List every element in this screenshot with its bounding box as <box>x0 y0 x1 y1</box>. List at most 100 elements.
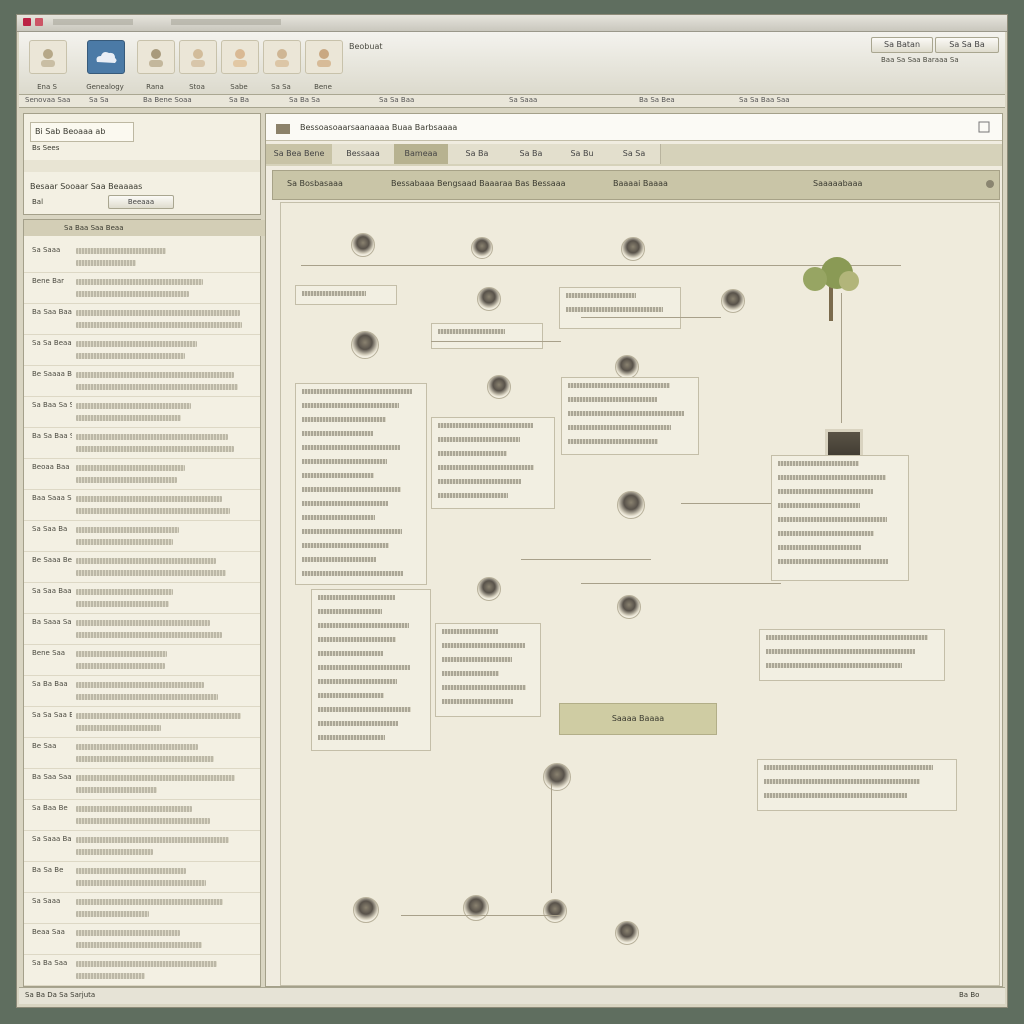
list-item[interactable]: Sa Baa Sa Sa <box>24 397 260 428</box>
person-card[interactable] <box>559 287 681 329</box>
list-item[interactable]: Bene Bar <box>24 273 260 304</box>
highlight-box[interactable]: Saaaa Baaaa <box>559 703 717 735</box>
chart-tab-1[interactable]: Sa Bea Bene <box>266 144 333 164</box>
person-card[interactable] <box>431 417 555 509</box>
status-text: Sa Ba Da Sa Sarjuta <box>25 991 96 999</box>
list-item[interactable]: Ba Saa Saaa <box>24 769 260 800</box>
close-icon[interactable] <box>23 18 31 26</box>
tab-1[interactable]: Senovaa Saa <box>25 96 70 104</box>
person-card-text <box>766 635 928 640</box>
person-card[interactable] <box>295 383 427 585</box>
person-icon <box>149 49 163 67</box>
chart-search-value[interactable]: Bessabaaa Bengsaad Baaaraa Bas Bessaaa <box>391 179 566 188</box>
chart-tab-6[interactable]: Sa Bu <box>556 144 609 164</box>
person-card-text <box>318 623 409 628</box>
list-item[interactable]: Sa Saaa Baa <box>24 831 260 862</box>
person-portrait[interactable] <box>351 331 379 359</box>
person-portrait[interactable] <box>617 491 645 519</box>
person-portrait[interactable] <box>617 595 641 619</box>
list-item[interactable]: Sa Sa Saa Baaa <box>24 707 260 738</box>
person-portrait[interactable] <box>543 899 567 923</box>
chart-tab-7[interactable]: Sa Sa <box>608 144 661 164</box>
list-item-text <box>76 403 191 409</box>
toolbar-btn-6[interactable] <box>263 40 301 74</box>
list-item[interactable]: Sa Saa Baaa Sa <box>24 583 260 614</box>
toolbar-btn-4[interactable] <box>179 40 217 74</box>
person-portrait[interactable] <box>477 577 501 601</box>
person-portrait[interactable] <box>351 233 375 257</box>
list-item[interactable]: Sa Saaa <box>24 893 260 924</box>
person-card-text <box>302 571 403 576</box>
app-window: Ena S Genealogy Rana Stoa Sabe Sa Sa Ben… <box>16 14 1008 1008</box>
list-item[interactable]: Sa Saaa <box>24 242 260 273</box>
toolbar-right-button-2[interactable]: Sa Sa Ba <box>935 37 999 53</box>
person-card-text <box>318 651 383 656</box>
list-item[interactable]: Sa Baa Be <box>24 800 260 831</box>
window-toggle-icon[interactable] <box>978 121 990 133</box>
person-card[interactable] <box>759 629 945 681</box>
list-item[interactable]: Ba Saaa Sa <box>24 614 260 645</box>
list-item[interactable]: Ba Sa Be <box>24 862 260 893</box>
tab-8[interactable]: Ba Sa Bea <box>639 96 675 104</box>
person-portrait[interactable] <box>487 375 511 399</box>
person-portrait[interactable] <box>721 289 745 313</box>
toolbar-right-button-1[interactable]: Sa Batan <box>871 37 933 53</box>
list-item-label: Ba Saa Baaa <box>32 308 72 316</box>
tab-2[interactable]: Sa Sa <box>89 96 109 104</box>
chart-tab-2[interactable]: Bessaaa <box>332 144 395 164</box>
toolbar-btn-3[interactable] <box>137 40 175 74</box>
list-item-text <box>76 496 222 502</box>
person-card[interactable] <box>311 589 431 751</box>
list-item[interactable]: Bene Saa <box>24 645 260 676</box>
list-item-subtext <box>76 787 157 793</box>
list-item[interactable]: Sa Ba Saa <box>24 955 260 986</box>
person-portrait[interactable] <box>621 237 645 261</box>
person-portrait[interactable] <box>463 895 489 921</box>
list-item[interactable]: Ba Sa Baa Saaa <box>24 428 260 459</box>
list-item[interactable]: Baa Saaa Saaa <box>24 490 260 521</box>
toolbar-btn-1[interactable] <box>29 40 67 74</box>
person-portrait[interactable] <box>471 237 493 259</box>
toolbar-btn-5[interactable] <box>221 40 259 74</box>
list-item[interactable]: Be Saaa Beee <box>24 552 260 583</box>
person-card[interactable] <box>435 623 541 717</box>
chart-tab-3[interactable]: Bameaa <box>394 144 449 164</box>
list-item[interactable]: Ba Saa Baaa <box>24 304 260 335</box>
person-card[interactable] <box>757 759 957 811</box>
tab-9[interactable]: Sa Sa Baa Saa <box>739 96 790 104</box>
list-item[interactable]: Be Saa <box>24 738 260 769</box>
person-card-text <box>778 517 887 522</box>
list-item[interactable]: Sa Saa Ba <box>24 521 260 552</box>
person-portrait[interactable] <box>615 921 639 945</box>
tab-6[interactable]: Sa Sa Baa <box>379 96 414 104</box>
list-item[interactable]: Sa Ba Baa <box>24 676 260 707</box>
person-icon <box>191 49 205 67</box>
person-card[interactable] <box>561 377 699 455</box>
toolbar-btn-7[interactable] <box>305 40 343 74</box>
person-card[interactable] <box>771 455 909 581</box>
chart-tab-5[interactable]: Sa Ba <box>506 144 557 164</box>
chart-tab-4[interactable]: Sa Ba <box>448 144 507 164</box>
person-portrait[interactable] <box>615 355 639 379</box>
minimize-icon[interactable] <box>35 18 43 26</box>
person-portrait[interactable] <box>353 897 379 923</box>
tab-5[interactable]: Sa Ba Sa <box>289 96 320 104</box>
list-item[interactable]: Be Saaaa Bea <box>24 366 260 397</box>
person-card[interactable] <box>295 285 397 305</box>
list-item-label: Sa Baa Be <box>32 804 68 812</box>
tab-3[interactable]: Ba Bene Soaa <box>143 96 192 104</box>
person-portrait[interactable] <box>477 287 501 311</box>
toolbar-btn-2[interactable] <box>87 40 125 74</box>
person-portrait[interactable] <box>543 763 571 791</box>
person-card[interactable] <box>431 323 543 349</box>
list-item-text <box>76 372 234 378</box>
tab-4[interactable]: Sa Ba <box>229 96 249 104</box>
list-item[interactable]: Beaa Saa <box>24 924 260 955</box>
relationship-connector <box>431 341 561 342</box>
info-field-value[interactable]: Beeaaa <box>108 195 174 209</box>
close-icon[interactable] <box>985 179 995 189</box>
list-item[interactable]: Beoaa Baa <box>24 459 260 490</box>
tab-7[interactable]: Sa Saaa <box>509 96 537 104</box>
list-item[interactable]: Sa Sa Beaaaa Saa <box>24 335 260 366</box>
person-card-text <box>318 693 384 698</box>
